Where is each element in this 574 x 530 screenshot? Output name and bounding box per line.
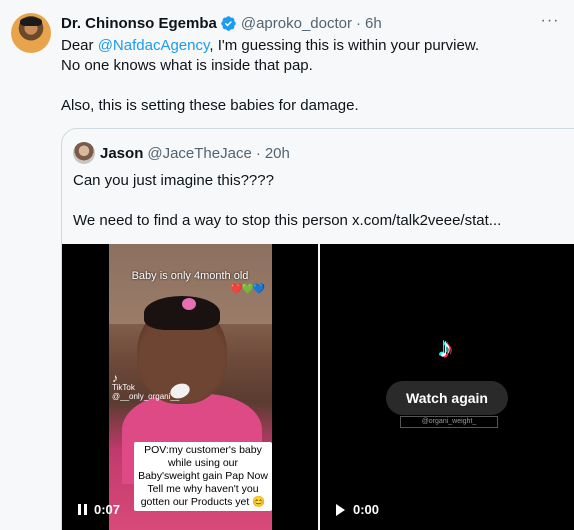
video-time-right: 0:00 xyxy=(353,502,380,517)
author-avatar[interactable] xyxy=(11,13,51,53)
quote-text: Can you just imagine this???? We need to… xyxy=(73,171,501,231)
play-icon[interactable] xyxy=(336,503,345,516)
tweet-line-1-post: , I'm guessing this is within your purvi… xyxy=(209,37,480,54)
video-controls[interactable]: 0:07 xyxy=(78,502,120,517)
quote-time[interactable]: 20h xyxy=(265,145,290,162)
mention-link[interactable]: @NafdacAgency xyxy=(98,37,210,54)
video-player-left[interactable]: Baby is only 4month old ❤️💚💙 ♪ TikTok @_… xyxy=(62,244,318,530)
hearts-emoji: ❤️💚💙 xyxy=(230,284,265,295)
tweet-line-1: Dear @NafdacAgency, I'm guessing this is… xyxy=(61,36,561,56)
video-caption: POV:my customer's baby while using our B… xyxy=(134,442,272,511)
verified-badge-icon xyxy=(221,15,236,31)
tiktok-label: TikTok xyxy=(112,383,135,392)
quote-separator-dot: · xyxy=(255,144,261,162)
pause-icon[interactable] xyxy=(78,504,87,515)
video-top-caption: Baby is only 4month old xyxy=(131,270,249,282)
tweet-line-1-pre: Dear xyxy=(61,37,98,54)
tweet-time[interactable]: 6h xyxy=(365,15,382,32)
tweet-line-2: No one knows what is inside that pap. xyxy=(61,57,313,74)
tweet-header: Dr. Chinonso Egemba @aproko_doctor · 6h xyxy=(61,13,382,33)
tiktok-user-search: @organi_weight_ xyxy=(400,416,498,428)
separator-dot: · xyxy=(355,14,361,32)
tiktok-logo-icon: ♪ ♪ ♪ xyxy=(436,331,455,364)
tweet-line-3: Also, this is setting these babies for d… xyxy=(61,97,359,114)
quote-author-name[interactable]: Jason xyxy=(100,145,143,162)
video-player-right[interactable]: ♪ ♪ ♪ Watch again @organi_weight_ 0:00 xyxy=(320,244,574,530)
quote-line-2: We need to find a way to stop this perso… xyxy=(73,212,502,229)
video-controls-right[interactable]: 0:00 xyxy=(336,502,379,517)
tweet-text: Dear @NafdacAgency, I'm guessing this is… xyxy=(61,36,561,116)
watch-again-button[interactable]: Watch again xyxy=(386,381,508,415)
author-name[interactable]: Dr. Chinonso Egemba xyxy=(61,15,217,32)
more-options-icon[interactable]: ··· xyxy=(538,11,562,31)
video-time: 0:07 xyxy=(94,502,121,517)
quote-line-1: Can you just imagine this???? xyxy=(73,172,274,189)
author-handle[interactable]: @aproko_doctor xyxy=(241,15,352,32)
tiktok-user: @__only_organi__ xyxy=(112,392,180,401)
tiktok-watermark: ♪ TikTok @__only_organi__ xyxy=(112,371,180,401)
quoted-tweet[interactable]: Jason @JaceTheJace · 20h Can you just im… xyxy=(61,128,574,530)
tiktok-icon: ♪ xyxy=(112,371,118,385)
quote-avatar[interactable] xyxy=(73,142,95,164)
quote-header: Jason @JaceTheJace · 20h xyxy=(73,142,290,164)
quote-author-handle[interactable]: @JaceTheJace xyxy=(147,145,251,162)
